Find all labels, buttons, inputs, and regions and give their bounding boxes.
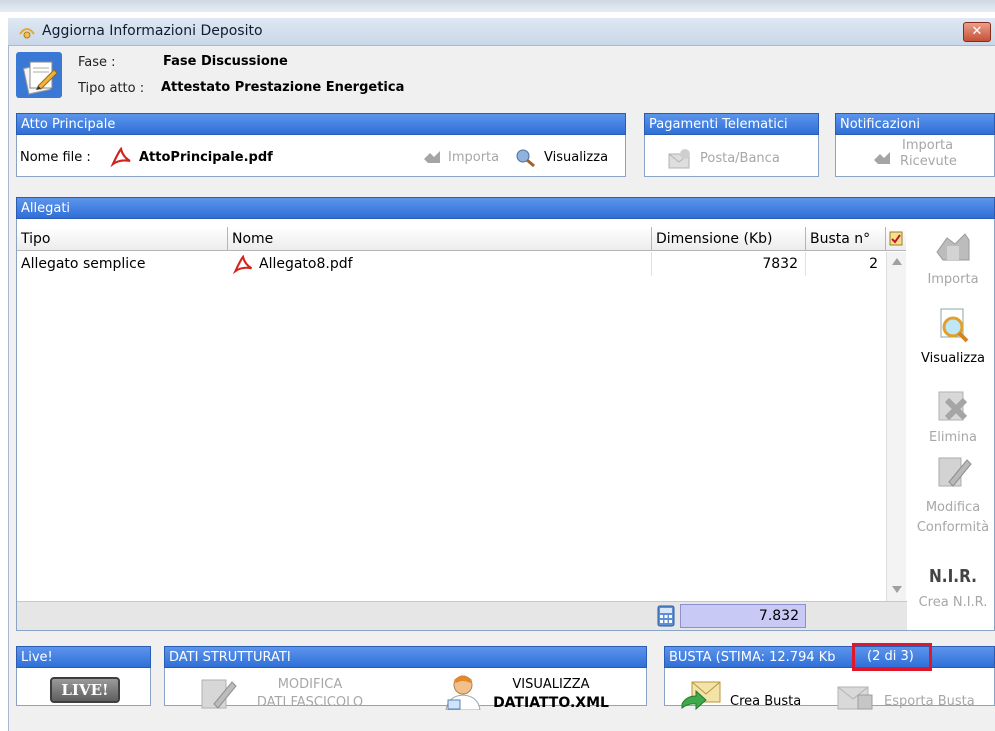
visualizza-atto-button[interactable]: Visualizza bbox=[544, 150, 608, 165]
pdf-icon bbox=[110, 147, 131, 167]
title-bar: Aggiorna Informazioni Deposito ✕ bbox=[8, 18, 995, 46]
import-icon bbox=[936, 233, 970, 261]
cell-nome: Allegato8.pdf bbox=[259, 256, 353, 272]
posta-banca-button[interactable]: Posta/Banca bbox=[700, 151, 780, 166]
importa-label: Importa bbox=[927, 272, 979, 287]
person-document-icon bbox=[445, 675, 481, 710]
visualizza-dati-line1: VISUALIZZA bbox=[512, 677, 590, 692]
fase-label: Fase : bbox=[78, 55, 116, 70]
calculator-icon bbox=[657, 605, 675, 627]
esporta-busta-button[interactable]: Esporta Busta bbox=[884, 694, 975, 709]
notificazioni-header: Notificazioni bbox=[835, 113, 995, 135]
column-header-busta[interactable]: Busta n° bbox=[806, 227, 886, 251]
fase-value: Fase Discussione bbox=[163, 54, 288, 69]
crea-nir-label: Crea N.I.R. bbox=[918, 595, 988, 610]
crea-nir-button[interactable]: N.I.R. Crea N.I.R. bbox=[911, 566, 995, 610]
atto-principale-header: Atto Principale bbox=[16, 113, 626, 135]
cell-busta: 2 bbox=[869, 256, 878, 272]
cell-dimensione: 7832 bbox=[762, 256, 798, 272]
busta-count: (2 di 3) bbox=[867, 649, 914, 664]
edit-dossier-icon bbox=[201, 679, 237, 709]
cell-divider bbox=[651, 252, 652, 276]
modifica-conformita-button[interactable]: Modifica Conformità bbox=[911, 452, 995, 538]
busta-estimate: BUSTA (STIMA: 12.794 Kb bbox=[669, 650, 836, 665]
magnifier-document-icon bbox=[940, 308, 969, 343]
allegati-header: Allegati bbox=[16, 197, 995, 219]
create-envelope-icon bbox=[681, 681, 721, 711]
pagamenti-header: Pagamenti Telematici bbox=[644, 113, 819, 135]
modifica-dati-line2: DATI FASCICOLO bbox=[256, 695, 364, 710]
visualizza-allegato-button[interactable]: Visualizza bbox=[911, 305, 995, 366]
modifica-dati-fascicolo-button[interactable]: MODIFICA DATI FASCICOLO bbox=[240, 676, 380, 712]
visualizza-label: Visualizza bbox=[920, 351, 986, 366]
elimina-allegato-button[interactable]: Elimina bbox=[911, 388, 995, 445]
column-header-dimensione[interactable]: Dimensione (Kb) bbox=[652, 227, 806, 251]
column-header-tipo[interactable]: Tipo bbox=[17, 227, 228, 251]
nir-icon: N.I.R. bbox=[928, 566, 977, 587]
import-icon bbox=[424, 151, 440, 163]
column-chooser[interactable] bbox=[886, 227, 906, 251]
total-size-value: 7.832 bbox=[680, 604, 806, 628]
tipo-atto-label: Tipo atto : bbox=[78, 81, 145, 96]
scroll-down-arrow-icon[interactable] bbox=[892, 586, 902, 593]
importa-ricevute-button[interactable]: Importa Ricevute bbox=[900, 138, 957, 170]
cell-divider bbox=[805, 252, 806, 276]
importa-ricevute-line2: Ricevute bbox=[900, 154, 957, 169]
elimina-label: Elimina bbox=[929, 430, 977, 445]
importa-allegato-button[interactable]: Importa bbox=[911, 230, 995, 287]
pdf-icon bbox=[232, 255, 253, 274]
live-button[interactable]: LIVE! bbox=[50, 677, 120, 703]
export-envelope-icon bbox=[837, 686, 873, 710]
live-header: Live! bbox=[16, 646, 151, 668]
document-edit-icon bbox=[16, 52, 62, 98]
vertical-scrollbar[interactable] bbox=[886, 252, 906, 601]
column-chooser-icon bbox=[889, 231, 903, 246]
import-receipts-icon bbox=[874, 152, 890, 164]
view-icon bbox=[516, 149, 535, 168]
nome-file-label: Nome file : bbox=[20, 150, 91, 165]
window-title: Aggiorna Informazioni Deposito bbox=[42, 23, 263, 39]
conformita-label: Conformità bbox=[916, 520, 990, 535]
column-header-nome[interactable]: Nome bbox=[228, 227, 652, 251]
app-icon bbox=[19, 28, 35, 39]
scroll-up-arrow-icon[interactable] bbox=[892, 258, 902, 265]
tipo-atto-value: Attestato Prestazione Energetica bbox=[161, 80, 405, 95]
dati-strutturati-header: DATI STRUTTURATI bbox=[164, 646, 647, 668]
modifica-dati-line1: MODIFICA bbox=[277, 677, 343, 692]
edit-document-icon bbox=[938, 457, 972, 487]
envelope-payment-icon bbox=[668, 149, 690, 169]
visualizza-dati-line2: DATIATTO.XML bbox=[493, 695, 609, 711]
background-window-strip bbox=[0, 0, 995, 12]
visualizza-datiatto-button[interactable]: VISUALIZZA DATIATTO.XML bbox=[486, 676, 616, 712]
importa-ricevute-line1: Importa bbox=[902, 138, 954, 153]
cell-tipo: Allegato semplice bbox=[21, 256, 146, 272]
close-button[interactable]: ✕ bbox=[963, 22, 991, 42]
busta-header: BUSTA (STIMA: 12.794 Kb bbox=[664, 646, 995, 668]
importa-atto-button[interactable]: Importa bbox=[448, 150, 499, 165]
delete-icon bbox=[938, 391, 968, 421]
crea-busta-button[interactable]: Crea Busta bbox=[730, 694, 801, 709]
nome-file-value: AttoPrincipale.pdf bbox=[139, 150, 273, 165]
modifica-label: Modifica bbox=[925, 500, 981, 515]
